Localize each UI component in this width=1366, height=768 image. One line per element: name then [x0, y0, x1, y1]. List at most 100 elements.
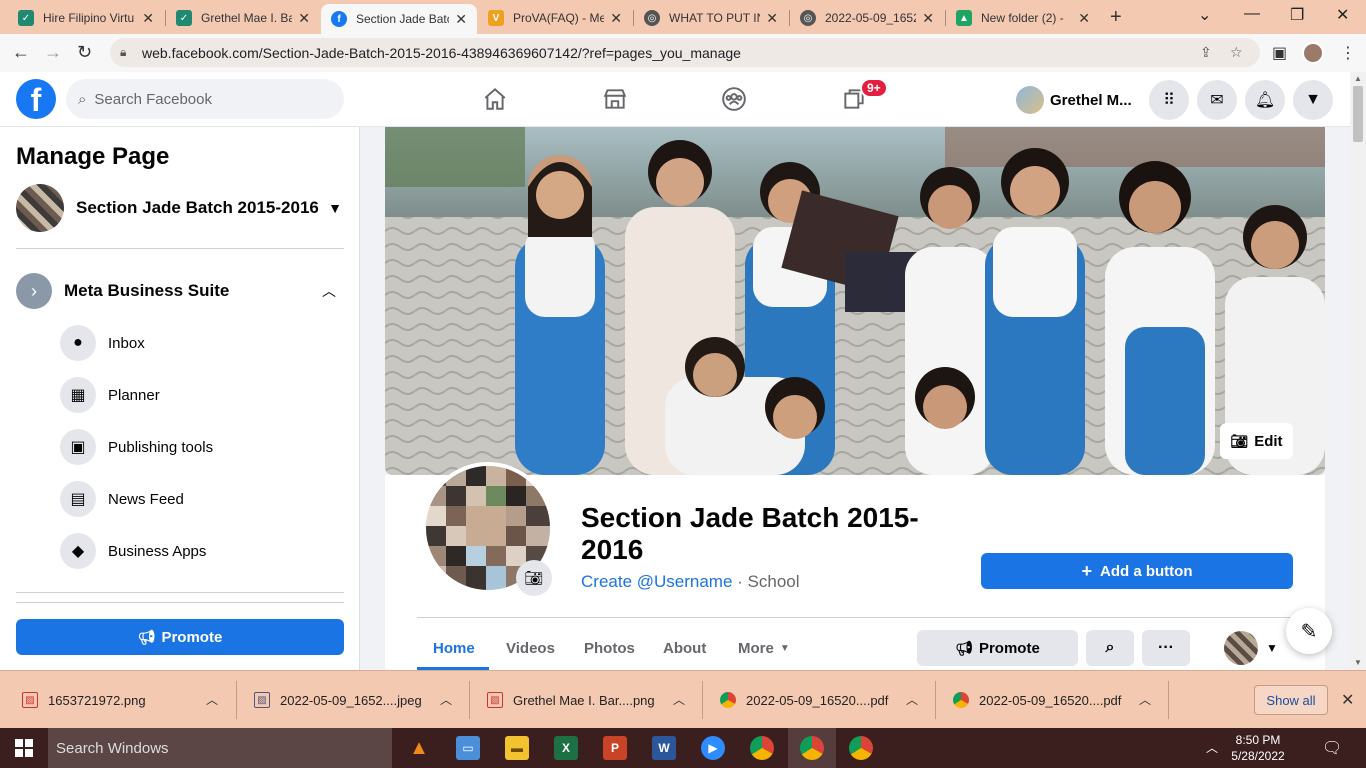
acting-as-switcher[interactable]: ▼ [1224, 630, 1284, 666]
close-icon[interactable]: ✕ [298, 10, 310, 27]
close-icon[interactable]: ✕ [142, 10, 154, 27]
tray-chevron-up-icon[interactable]: ︿ [1206, 739, 1218, 756]
sidebar-panel-icon[interactable]: ▣ [1272, 43, 1287, 63]
chevron-up-icon[interactable]: ︿ [206, 691, 218, 708]
back-arrow-icon[interactable]: ← [12, 42, 30, 63]
sidebar-item-planner[interactable]: ▦ Planner [60, 375, 344, 415]
download-item[interactable]: ▨ 1653721972.png [22, 685, 146, 715]
notifications-bell-icon[interactable]: 🔔︎ [1245, 80, 1285, 120]
download-item[interactable]: ▨ Grethel Mae I. Bar....png [487, 685, 655, 715]
cover-photo[interactable] [385, 127, 1325, 475]
computer-icon[interactable]: ▭ [456, 736, 480, 760]
windows-start-button[interactable] [0, 728, 48, 768]
restore-button[interactable]: ❐ [1290, 5, 1304, 25]
zoom-icon[interactable]: ▶ [701, 736, 725, 760]
chevron-up-icon[interactable]: ︿ [1139, 691, 1151, 708]
tab-photos[interactable]: Photos [584, 628, 635, 668]
groups-nav-icon[interactable] [714, 80, 754, 118]
close-icon[interactable]: ✕ [766, 10, 778, 27]
chevron-up-icon[interactable]: ︿ [322, 281, 336, 301]
page-scrollbar[interactable]: ▲ ▼ [1350, 72, 1366, 670]
menu-grid-icon[interactable]: ⠿ [1149, 80, 1189, 120]
windows-search-box[interactable]: Search Windows [48, 728, 392, 768]
sidebar-item-inbox[interactable]: ● Inbox [60, 323, 344, 363]
browser-tab[interactable]: ✓ Hire Filipino Virtu ✕ [8, 4, 164, 32]
edit-cover-button[interactable]: 📷︎ Edit [1220, 423, 1293, 459]
windows-taskbar: Search Windows ▲ ▭ ▬ X P W ▶ ︿ 8:50 PM 5… [0, 728, 1366, 768]
sidebar-item-news-feed[interactable]: ▤ News Feed [60, 479, 344, 519]
tab-search-chevron-icon[interactable]: ⌄ [1198, 5, 1211, 25]
marketplace-nav-icon[interactable] [595, 80, 635, 118]
home-nav-icon[interactable] [475, 80, 515, 118]
camera-icon[interactable]: 📷︎ [516, 560, 552, 596]
add-a-button[interactable]: + Add a button [981, 553, 1293, 589]
sidebar-item-publishing-tools[interactable]: ▣ Publishing tools [60, 427, 344, 467]
browser-tab[interactable]: V ProVA(FAQ) - Me ✕ [478, 4, 632, 32]
bookmark-star-icon[interactable]: ☆ [1230, 44, 1243, 61]
caret-down-icon[interactable]: ▼ [328, 200, 342, 216]
browser-profile-avatar[interactable] [1302, 42, 1324, 64]
chevron-up-icon[interactable]: ︿ [440, 691, 452, 708]
word-icon[interactable]: W [652, 736, 676, 760]
kebab-menu-icon[interactable]: ⋮ [1340, 43, 1356, 63]
file-explorer-icon[interactable]: ▬ [505, 736, 529, 760]
close-icon[interactable]: ✕ [455, 11, 467, 28]
chrome-icon[interactable] [750, 736, 774, 760]
search-box[interactable]: ⌕ [66, 79, 344, 119]
url-text[interactable]: web.facebook.com/Section-Jade-Batch-2015… [142, 45, 741, 61]
system-clock[interactable]: 8:50 PM 5/28/2022 [1228, 732, 1288, 764]
promote-button[interactable]: 📢︎ Promote [16, 619, 344, 655]
messenger-icon[interactable]: ✉ [1197, 80, 1237, 120]
close-icon[interactable]: ✕ [1341, 690, 1354, 710]
new-message-compose-button[interactable]: ✎ [1286, 608, 1332, 654]
browser-tab[interactable]: ◎ WHAT TO PUT IN ✕ [634, 4, 788, 32]
browser-tab[interactable]: ▲ New folder (2) - ✕ [946, 4, 1100, 32]
search-input[interactable] [94, 90, 315, 108]
promote-button[interactable]: 📢︎ Promote [917, 630, 1078, 666]
forward-arrow-icon[interactable]: → [44, 42, 62, 63]
excel-icon[interactable]: X [554, 736, 578, 760]
facebook-logo-icon[interactable]: f [16, 79, 56, 119]
scroll-thumb[interactable] [1353, 86, 1363, 142]
download-item[interactable]: ▨ 2022-05-09_1652....jpeg [254, 685, 422, 715]
new-tab-button[interactable]: + [1110, 6, 1122, 29]
page-switcher[interactable]: Section Jade Batch 2015-2016 ▼ [16, 183, 344, 233]
reload-icon[interactable]: ↻ [77, 42, 92, 63]
notification-center-icon[interactable]: 🗨︎ [1322, 738, 1342, 758]
lock-icon[interactable]: 🔒︎ [120, 45, 126, 60]
tab-about[interactable]: About [663, 628, 706, 668]
chevron-up-icon[interactable]: ︿ [906, 691, 918, 708]
scroll-down-arrow-icon[interactable]: ▼ [1354, 658, 1362, 667]
account-caret-icon[interactable]: ▼ [1293, 80, 1333, 120]
more-options-button[interactable]: ··· [1142, 630, 1190, 666]
chrome-profile-icon[interactable] [800, 736, 824, 760]
tab-videos[interactable]: Videos [506, 628, 555, 668]
search-page-button[interactable]: ⌕ [1086, 630, 1134, 666]
create-username-link[interactable]: Create @Username [581, 572, 732, 591]
show-all-downloads-button[interactable]: Show all [1254, 685, 1328, 715]
close-window-button[interactable]: ✕ [1336, 5, 1349, 25]
notification-badge: 9+ [860, 78, 888, 98]
minimize-button[interactable]: — [1244, 5, 1260, 23]
profile-shortcut[interactable]: Grethel M... [1010, 83, 1138, 117]
vlc-icon[interactable]: ▲ [407, 736, 431, 760]
chrome-profile-icon[interactable] [849, 736, 873, 760]
sidebar-item-business-apps[interactable]: ◆ Business Apps [60, 531, 344, 571]
meta-business-suite-toggle[interactable]: › Meta Business Suite ︿ [16, 271, 344, 311]
powerpoint-icon[interactable]: P [603, 736, 627, 760]
scroll-up-arrow-icon[interactable]: ▲ [1354, 74, 1362, 83]
close-icon[interactable]: ✕ [922, 10, 934, 27]
share-icon[interactable]: ⇪ [1200, 44, 1212, 61]
browser-tab-active[interactable]: f Section Jade Batc ✕ [321, 4, 477, 34]
download-item[interactable]: 2022-05-09_16520....pdf [720, 685, 888, 715]
browser-tab[interactable]: ◎ 2022-05-09_1652 ✕ [790, 4, 944, 32]
download-item[interactable]: 2022-05-09_16520....pdf [953, 685, 1121, 715]
close-icon[interactable]: ✕ [610, 10, 622, 27]
browser-tab[interactable]: ✓ Grethel Mae I. Ba ✕ [166, 4, 320, 32]
tab-home[interactable]: Home [433, 628, 475, 668]
prova-icon: V [488, 10, 504, 26]
chevron-up-icon[interactable]: ︿ [673, 691, 685, 708]
close-icon[interactable]: ✕ [1078, 10, 1090, 27]
address-bar[interactable]: 🔒︎ web.facebook.com/Section-Jade-Batch-2… [110, 38, 1260, 67]
tab-more[interactable]: More ▼ [738, 628, 790, 668]
